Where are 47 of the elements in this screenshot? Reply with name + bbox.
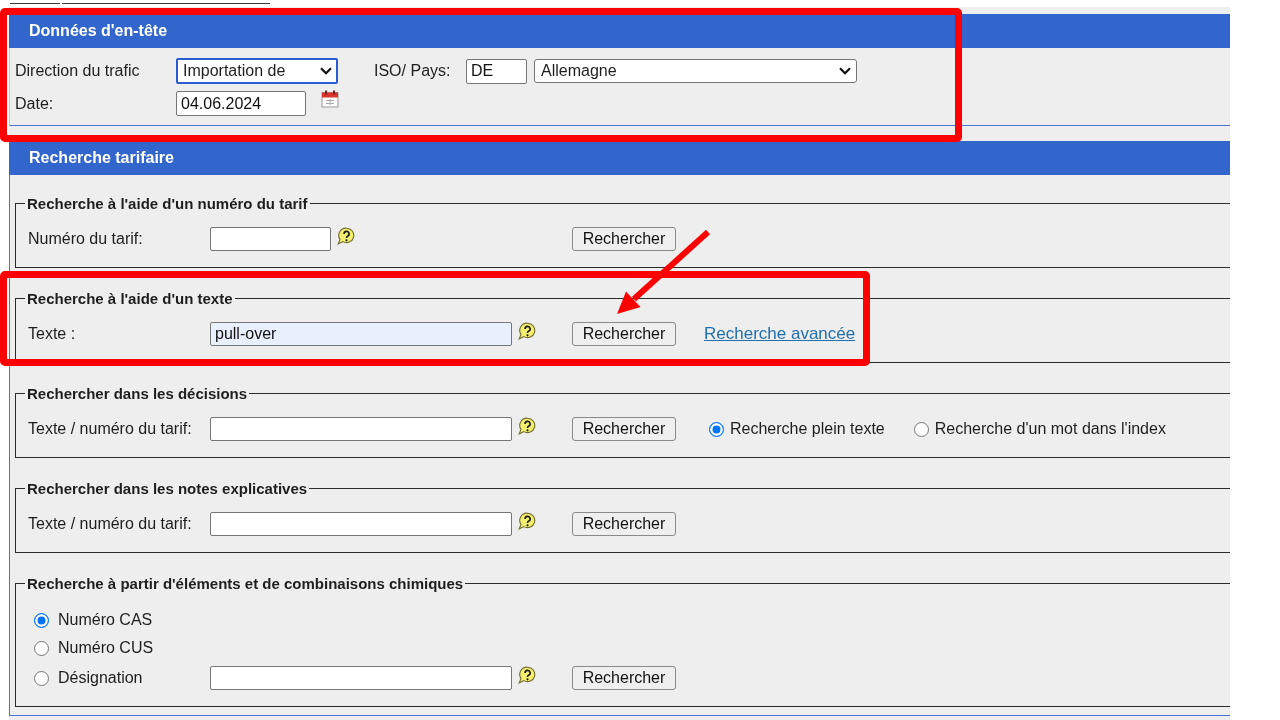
field-label: Texte / numéro du tarif: — [28, 420, 192, 437]
calendar-icon[interactable] — [321, 90, 339, 108]
section-title: Rechercher dans les notes explicatives — [26, 480, 309, 497]
radio-button[interactable] — [34, 612, 49, 628]
section-title: Recherche à l'aide d'un numéro du tarif — [26, 195, 309, 212]
radio-label[interactable]: Recherche plein texte — [730, 420, 885, 438]
chevron-icon — [320, 67, 332, 75]
text-field[interactable] — [210, 512, 512, 536]
search-button[interactable]: Rechercher — [572, 512, 676, 536]
radio-label[interactable]: Numéro CAS — [58, 611, 153, 629]
help-icon[interactable] — [518, 417, 536, 435]
radio-button[interactable] — [913, 421, 929, 437]
section-title: Recherche à partir d'éléments et de combinaisons chimiques — [26, 575, 465, 592]
field-label: Texte : — [28, 325, 76, 342]
help-icon[interactable] — [518, 666, 536, 684]
country-select[interactable]: Allemagne — [534, 59, 857, 83]
panel-title: Données d'en-tête — [29, 22, 168, 40]
field-label: Direction du trafic — [15, 62, 140, 79]
radio-button[interactable] — [34, 670, 49, 686]
advanced-search-link[interactable]: Recherche avancée — [704, 324, 856, 344]
radio-label[interactable]: Désignation — [58, 669, 143, 687]
search-button[interactable]: Rechercher — [572, 417, 676, 441]
help-icon[interactable] — [518, 512, 536, 530]
section-title: Rechercher dans les décisions — [26, 385, 249, 402]
radio-label[interactable]: Recherche d'un mot dans l'index — [934, 420, 1166, 438]
radio-label[interactable]: Numéro CUS — [58, 639, 154, 657]
text-field[interactable]: pull-over — [210, 322, 512, 346]
text-field[interactable] — [210, 417, 512, 441]
field-label: ISO/ Pays: — [374, 62, 451, 79]
radio-button[interactable] — [34, 640, 49, 656]
field-label: Numéro du tarif: — [28, 230, 143, 247]
text-field[interactable] — [210, 227, 331, 251]
search-button[interactable]: Rechercher — [572, 227, 676, 251]
radio-button[interactable] — [709, 421, 724, 437]
traffic-direction-select[interactable]: Importation de — [176, 58, 338, 84]
country-code-field[interactable]: DE — [466, 58, 527, 84]
chevron-icon — [839, 67, 851, 75]
field-label: Texte / numéro du tarif: — [28, 515, 192, 532]
panel-title: Recherche tarifaire — [29, 149, 174, 167]
text-field[interactable] — [210, 666, 512, 690]
section-title: Recherche à l'aide d'un texte — [26, 290, 234, 307]
field-label: Date: — [15, 94, 54, 112]
date-field[interactable]: 04.06.2024 — [176, 91, 306, 116]
search-button[interactable]: Rechercher — [572, 322, 676, 346]
search-button[interactable]: Rechercher — [572, 666, 676, 690]
help-icon[interactable] — [337, 227, 355, 245]
help-icon[interactable] — [518, 322, 536, 340]
